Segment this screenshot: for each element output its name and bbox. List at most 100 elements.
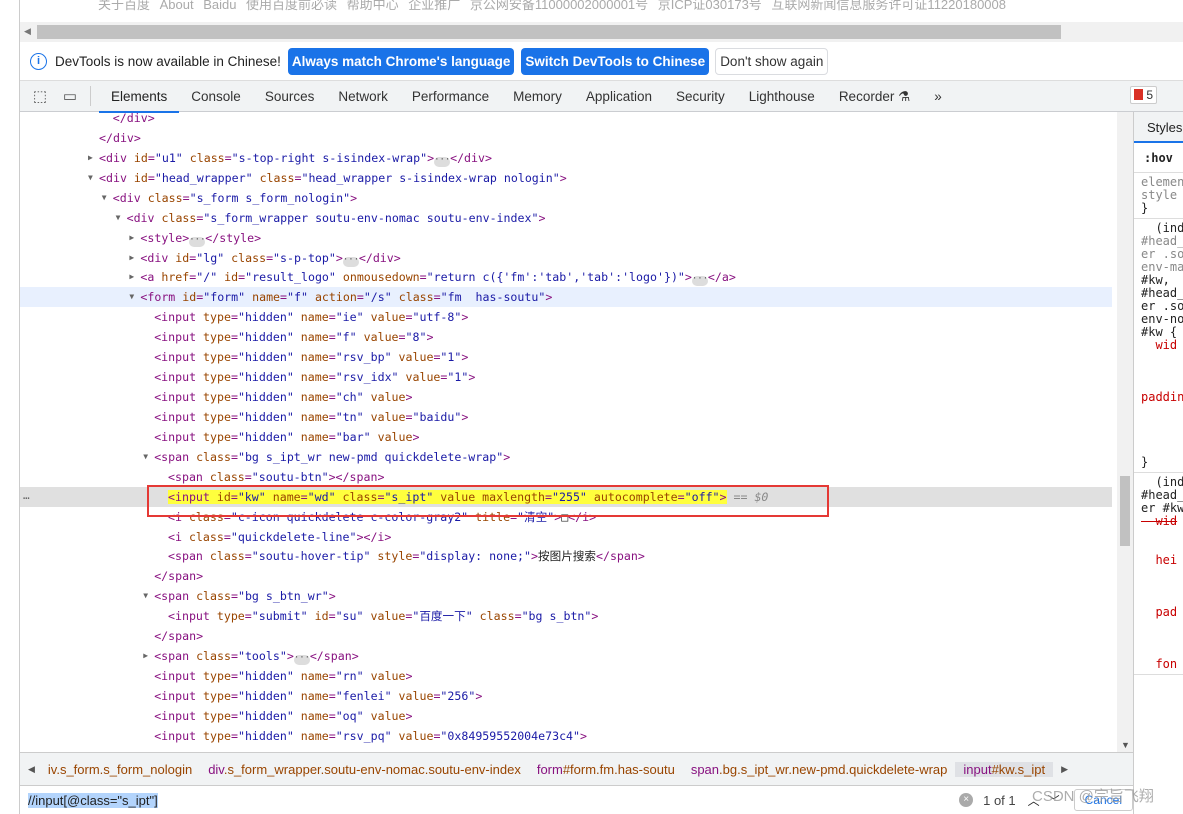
ellipsis-icon[interactable]: ··· — [691, 275, 708, 287]
language-infobar: i DevTools is now available in Chinese! … — [20, 42, 1183, 81]
collapsed-triangle-icon[interactable]: ▶ — [129, 267, 134, 287]
dom-node[interactable]: <input type="hidden" name="f" value="8"> — [20, 327, 1112, 347]
dom-node[interactable]: <input type="hidden" name="rn" value> — [20, 666, 1112, 686]
page-footer: 关于百度 About Baidu 使用百度前必读 帮助中心 企业推广 京公网安备… — [20, 0, 1183, 22]
node-markup: <input type="hidden" name="f" value="8"> — [154, 330, 434, 345]
dom-node[interactable]: </span> — [20, 626, 1112, 646]
dom-node[interactable]: ▼ <div class="s_form s_form_nologin"> — [20, 188, 1112, 208]
tab-styles[interactable]: Styles — [1134, 112, 1183, 143]
expanded-triangle-icon[interactable]: ▼ — [102, 188, 107, 208]
dom-node[interactable]: <i class="quickdelete-line"></i> — [20, 527, 1112, 547]
dom-node[interactable]: <input type="hidden" name="oq" value> — [20, 706, 1112, 726]
dom-node[interactable]: ▼ <form id="form" name="f" action="/s" cl… — [20, 287, 1112, 308]
expanded-triangle-icon[interactable]: ▼ — [143, 586, 148, 606]
error-count-badge[interactable]: 5 — [1130, 86, 1157, 104]
inspect-element-icon[interactable]: ⬚ — [30, 87, 50, 105]
node-markup: </span> — [154, 569, 204, 584]
more-tabs-button[interactable]: » — [922, 81, 954, 112]
switch-to-chinese-button[interactable]: Switch DevTools to Chinese — [521, 47, 710, 75]
style-rule: elemen style} — [1134, 173, 1183, 219]
device-toolbar-icon[interactable]: ▭ — [60, 87, 80, 105]
node-markup: <input type="hidden" name="rsv_idx" valu… — [154, 370, 476, 385]
dom-node[interactable]: <input type="hidden" name="rsv_idx" valu… — [20, 367, 1112, 387]
tab-network[interactable]: Network — [326, 81, 400, 112]
match-language-button[interactable]: Always match Chrome's language — [287, 47, 515, 75]
dom-node[interactable]: <span class="soutu-hover-tip" style="dis… — [20, 546, 1112, 566]
clear-icon[interactable]: × — [959, 793, 974, 807]
node-markup: <input type="hidden" name="tn" value="ba… — [154, 409, 469, 424]
tab-security[interactable]: Security — [664, 81, 737, 112]
node-markup: <input type="hidden" name="oq" value> — [154, 708, 413, 723]
tab-recorder[interactable]: Recorder ⚗ — [827, 81, 922, 112]
devtools-tabbar: ⬚ ▭ Elements Console Sources Network Perform… — [20, 81, 1183, 113]
collapsed-triangle-icon[interactable]: ▶ — [143, 646, 148, 666]
tab-performance[interactable]: Performance — [400, 81, 501, 112]
dom-node[interactable]: <input type="hidden" name="ie" value="ut… — [20, 307, 1112, 327]
infobar-message: DevTools is now available in Chinese! — [55, 53, 281, 69]
ellipsis-icon[interactable]: ··· — [434, 155, 450, 167]
breadcrumb-left-icon[interactable]: ◀ — [20, 764, 40, 775]
dom-node[interactable]: <input type="hidden" name="bar" value> — [20, 427, 1112, 447]
dom-node[interactable]: <span class="soutu-btn"></span> — [20, 467, 1112, 487]
expanded-triangle-icon[interactable]: ▼ — [88, 168, 93, 188]
tab-sources[interactable]: Sources — [253, 81, 327, 112]
dom-node[interactable]: ▼ <div id="head_wrapper" class="head_wrap… — [20, 168, 1112, 188]
scroll-thumb[interactable] — [1120, 476, 1130, 546]
scroll-down-icon[interactable]: ▼ — [1121, 740, 1130, 750]
dom-node[interactable]: ▼ <span class="bg s_ipt_wr new-pmd quickd… — [20, 447, 1112, 467]
dom-node[interactable]: ▶ <span class="tools">···</span> — [20, 646, 1112, 666]
horizontal-scrollbar[interactable]: ◀ — [20, 22, 1183, 42]
dom-node[interactable]: </div> — [20, 112, 1112, 128]
dom-node[interactable]: <input type="hidden" name="tn" value="ba… — [20, 407, 1112, 427]
node-actions-icon[interactable]: … — [23, 489, 30, 502]
scroll-thumb[interactable] — [37, 25, 1061, 39]
breadcrumb-right-icon[interactable]: ▶ — [1053, 764, 1073, 775]
dom-node[interactable]: <input type="hidden" name="rsv_bp" value… — [20, 347, 1112, 367]
ellipsis-icon[interactable]: ··· — [189, 235, 206, 247]
node-markup: <input type="hidden" name="fenlei" value… — [154, 688, 483, 703]
tab-console[interactable]: Console — [179, 81, 253, 112]
dom-node[interactable]: </div> — [20, 128, 1112, 148]
dom-node[interactable]: <input type="hidden" name="fenlei" value… — [20, 686, 1112, 706]
collapsed-triangle-icon[interactable]: ▶ — [129, 248, 134, 268]
tab-elements[interactable]: Elements — [99, 81, 180, 113]
ellipsis-icon[interactable]: ··· — [342, 255, 359, 267]
vertical-scrollbar[interactable]: ▼ — [1117, 112, 1133, 752]
dom-node[interactable]: ▶ <style>···</style> — [20, 228, 1112, 248]
dom-node[interactable]: <input type="hidden" name="rsv_pq" value… — [20, 726, 1112, 746]
dom-node[interactable]: <input type="submit" id="su" value="百度一下… — [20, 606, 1112, 626]
node-markup: <input type="hidden" name="rsv_bp" value… — [154, 350, 469, 365]
dom-node[interactable]: <input type="hidden" name="ch" value> — [20, 387, 1112, 407]
elements-tree[interactable]: <input type="hidden" name="rsv_pq" value… — [20, 112, 1117, 752]
breadcrumb-item[interactable]: div.s_form_wrapper.soutu-env-nomac.soutu… — [200, 762, 529, 777]
style-line: fon — [1141, 657, 1178, 671]
tab-application[interactable]: Application — [574, 81, 664, 112]
find-input[interactable]: //input[@class="s_ipt"] — [28, 792, 959, 808]
scroll-left-icon[interactable]: ◀ — [24, 26, 31, 37]
style-line: } — [1141, 201, 1149, 215]
dom-node[interactable]: </span> — [20, 566, 1112, 586]
dom-node[interactable]: ▼ <div class="s_form_wrapper soutu-env-no… — [20, 208, 1112, 228]
expanded-triangle-icon[interactable]: ▼ — [116, 208, 121, 228]
breadcrumb-item[interactable]: iv.s_form.s_form_nologin — [40, 762, 200, 777]
dom-node[interactable]: ▶ <div id="lg" class="s-p-top">···</div> — [20, 248, 1112, 268]
footer-links: 关于百度 About Baidu 使用百度前必读 帮助中心 企业推广 京公网安备… — [98, 0, 1006, 12]
dom-node[interactable]: ▶ <div id="u1" class="s-top-right s-isind… — [20, 148, 1112, 168]
hov-toggle[interactable]: :hov — [1134, 143, 1183, 173]
collapsed-triangle-icon[interactable]: ▶ — [129, 228, 134, 248]
dom-node[interactable]: ▼ <span class="bg s_btn_wr"> — [20, 586, 1112, 606]
collapsed-triangle-icon[interactable]: ▶ — [88, 148, 93, 168]
breadcrumb-item[interactable]: span.bg.s_ipt_wr.new-pmd.quickdelete-wra… — [683, 762, 956, 777]
node-markup: <div id="head_wrapper" class="head_wrapp… — [99, 170, 567, 185]
dont-show-again-button[interactable]: Don't show again — [715, 47, 829, 75]
dom-node[interactable]: ▶ <a href="/" id="result_logo" onmousedow… — [20, 267, 1112, 287]
breadcrumb-item[interactable]: input#kw.s_ipt — [955, 761, 1054, 777]
expanded-triangle-icon[interactable]: ▼ — [129, 287, 134, 307]
breadcrumb-item[interactable]: form#form.fm.has-soutu — [529, 762, 683, 777]
expanded-triangle-icon[interactable]: ▼ — [143, 447, 148, 467]
ellipsis-icon[interactable]: ··· — [293, 654, 310, 666]
tab-memory[interactable]: Memory — [501, 81, 574, 112]
tab-lighthouse[interactable]: Lighthouse — [737, 81, 827, 112]
node-markup: <input type="hidden" name="rsv_pq" value… — [154, 728, 588, 743]
match-count: 1 of 1 — [983, 792, 1016, 808]
